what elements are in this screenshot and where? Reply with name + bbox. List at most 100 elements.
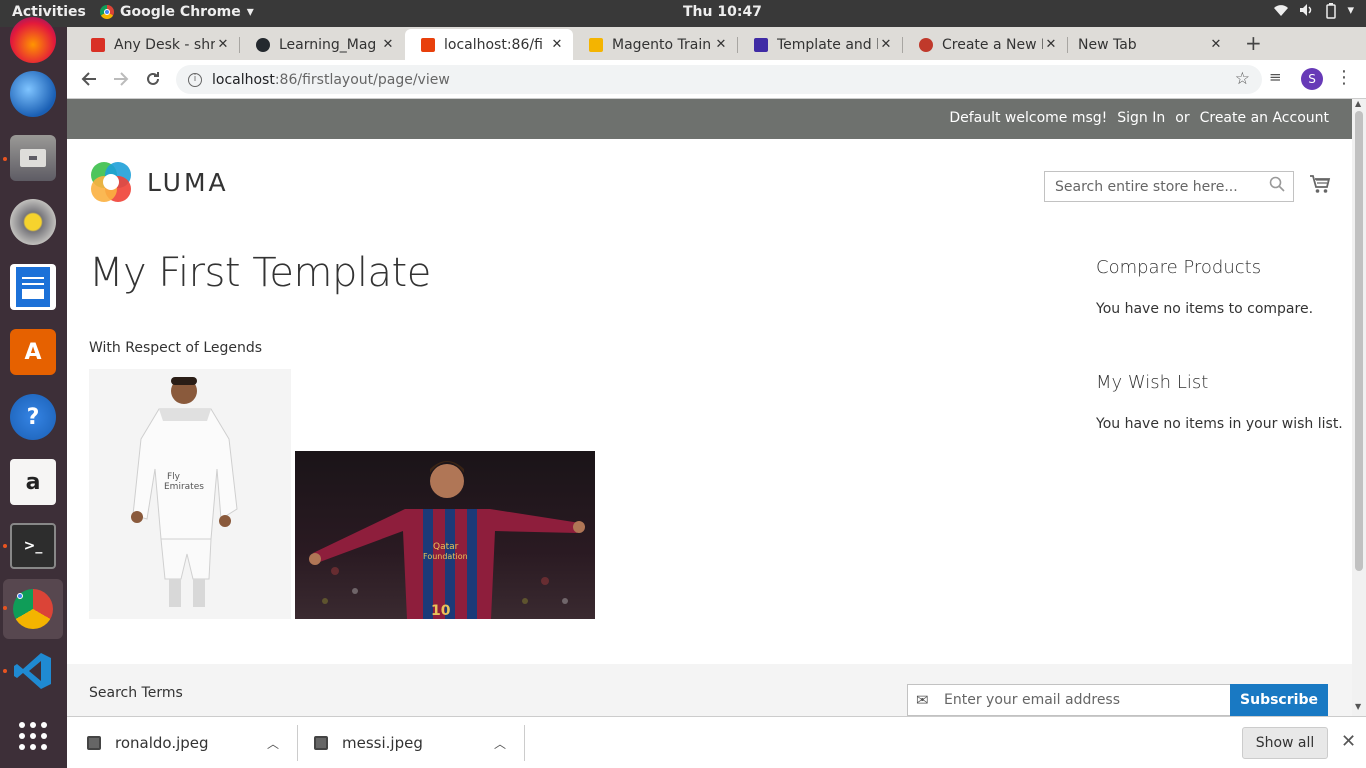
page-subtitle: With Respect of Legends: [89, 340, 263, 356]
close-icon[interactable]: ✕: [713, 37, 729, 52]
avatar[interactable]: S: [1301, 68, 1323, 90]
writer-icon[interactable]: [10, 264, 56, 310]
back-button[interactable]: [76, 66, 102, 92]
tab-title: Template and l: [777, 36, 878, 53]
firefox-icon[interactable]: [10, 17, 56, 63]
running-indicator: [3, 157, 7, 161]
wifi-icon: [1273, 3, 1289, 23]
app-menu[interactable]: Google Chrome ▾: [100, 4, 254, 20]
system-top-bar: Activities Google Chrome ▾ Thu 10:47 ▾: [0, 0, 1366, 27]
thunderbird-icon[interactable]: [10, 71, 56, 117]
scroll-down-icon[interactable]: ▼: [1355, 702, 1361, 711]
close-icon[interactable]: ✕: [1341, 731, 1356, 752]
chevron-down-icon: ▾: [1347, 3, 1354, 18]
system-tray[interactable]: ▾: [1273, 3, 1354, 23]
battery-icon: [1325, 3, 1337, 23]
vscode-icon[interactable]: [10, 648, 56, 694]
tab-anydesk[interactable]: Any Desk - shre ✕: [75, 29, 239, 60]
tab-title: Any Desk - shre: [114, 36, 215, 53]
close-icon[interactable]: ✕: [1043, 37, 1059, 52]
amazon-icon[interactable]: a: [10, 459, 56, 505]
app-menu-label: Google Chrome: [120, 4, 241, 20]
gmail-icon: [91, 37, 105, 52]
tab-create-new[interactable]: Create a New M ✕: [903, 29, 1067, 60]
tab-strip: Any Desk - shre ✕ Learning_Mag ✕ localho…: [67, 27, 1366, 60]
show-apps-icon[interactable]: [10, 713, 56, 759]
cart-icon[interactable]: [1309, 174, 1331, 200]
chrome-icon: [100, 5, 114, 19]
running-indicator: [3, 606, 7, 610]
compare-empty-text: You have no items to compare.: [1096, 301, 1314, 317]
chrome-icon: [13, 589, 53, 629]
subscribe-button[interactable]: Subscribe: [1230, 684, 1328, 716]
tab-title: localhost:86/fi: [444, 36, 543, 53]
or-text: or: [1175, 110, 1190, 126]
search-input[interactable]: Search entire store here...: [1044, 171, 1294, 202]
download-item-ronaldo[interactable]: ronaldo.jpeg ︿: [87, 717, 281, 768]
download-separator: [297, 725, 298, 761]
image-file-icon: [314, 736, 328, 750]
files-icon[interactable]: [10, 135, 56, 181]
tab-new-tab[interactable]: New Tab ✕: [1068, 29, 1232, 60]
luma-logo-icon: [91, 162, 131, 202]
close-icon[interactable]: ✕: [1208, 37, 1224, 52]
chrome-dock-icon[interactable]: [3, 579, 63, 639]
scrollbar[interactable]: ▲ ▼: [1352, 99, 1366, 716]
star-icon[interactable]: ☆: [1235, 69, 1250, 89]
address-bar[interactable]: i localhost:86/firstlayout/page/view ☆: [176, 65, 1262, 94]
tab-github[interactable]: Learning_Mag ✕: [240, 29, 404, 60]
header-links: Default welcome msg! Sign In or Create a…: [949, 110, 1329, 126]
close-icon[interactable]: ✕: [215, 37, 231, 52]
scrollbar-thumb[interactable]: [1355, 111, 1363, 571]
tab-title: Magento Train: [612, 36, 712, 53]
compare-title: Compare Products: [1096, 257, 1262, 278]
page-title: My First Template: [89, 250, 431, 296]
dock: A ? a >_: [0, 17, 67, 768]
close-icon[interactable]: ✕: [878, 37, 894, 52]
scroll-up-icon[interactable]: ▲: [1355, 99, 1361, 108]
software-center-icon[interactable]: A: [10, 329, 56, 375]
menu-icon[interactable]: ⋮: [1335, 67, 1353, 88]
image-file-icon: [87, 736, 101, 750]
messi-image: Qatar Foundation 10: [295, 451, 595, 619]
tab-localhost[interactable]: localhost:86/fi ✕: [405, 29, 573, 60]
chevron-up-icon[interactable]: ︿: [267, 735, 279, 752]
tab-template[interactable]: Template and l ✕: [738, 29, 902, 60]
page-viewport: Default welcome msg! Sign In or Create a…: [67, 99, 1352, 716]
download-filename: messi.jpeg: [342, 734, 423, 752]
search-terms-link[interactable]: Search Terms: [89, 685, 183, 701]
email-field[interactable]: ✉ Enter your email address: [907, 684, 1231, 716]
email-placeholder: Enter your email address: [944, 692, 1121, 708]
svg-text:Qatar: Qatar: [433, 542, 459, 552]
media-queue-icon[interactable]: ≡: [1269, 68, 1282, 86]
search-icon[interactable]: [1269, 176, 1285, 196]
wishlist-title: My Wish List: [1096, 372, 1209, 393]
show-all-button[interactable]: Show all: [1242, 727, 1328, 759]
svg-text:10: 10: [431, 603, 451, 619]
magento-icon: [919, 37, 933, 52]
forward-button[interactable]: [108, 66, 134, 92]
store-logo[interactable]: LUMA: [89, 160, 229, 204]
svg-text:Fly: Fly: [167, 472, 181, 482]
clock[interactable]: Thu 10:47: [683, 4, 762, 20]
close-icon[interactable]: ✕: [380, 37, 396, 52]
create-account-link[interactable]: Create an Account: [1200, 110, 1329, 126]
new-tab-button[interactable]: +: [1245, 31, 1262, 55]
github-icon: [256, 37, 270, 52]
chevron-up-icon[interactable]: ︿: [494, 735, 506, 752]
running-indicator: [3, 669, 7, 673]
download-item-messi[interactable]: messi.jpeg ︿: [314, 717, 508, 768]
activities-button[interactable]: Activities: [12, 4, 86, 20]
terminal-icon[interactable]: >_: [10, 523, 56, 569]
envelope-icon: ✉: [916, 691, 929, 709]
tab-title: Learning_Mag: [279, 36, 377, 53]
rhythmbox-icon[interactable]: [10, 199, 56, 245]
info-icon[interactable]: i: [188, 72, 202, 87]
reload-button[interactable]: [140, 66, 166, 92]
svg-text:Emirates: Emirates: [164, 482, 204, 492]
close-icon[interactable]: ✕: [549, 37, 565, 52]
help-icon[interactable]: ?: [10, 394, 56, 440]
sign-in-link[interactable]: Sign In: [1117, 110, 1165, 126]
tab-magento-training[interactable]: Magento Train ✕: [573, 29, 737, 60]
magento-icon: [421, 37, 435, 52]
